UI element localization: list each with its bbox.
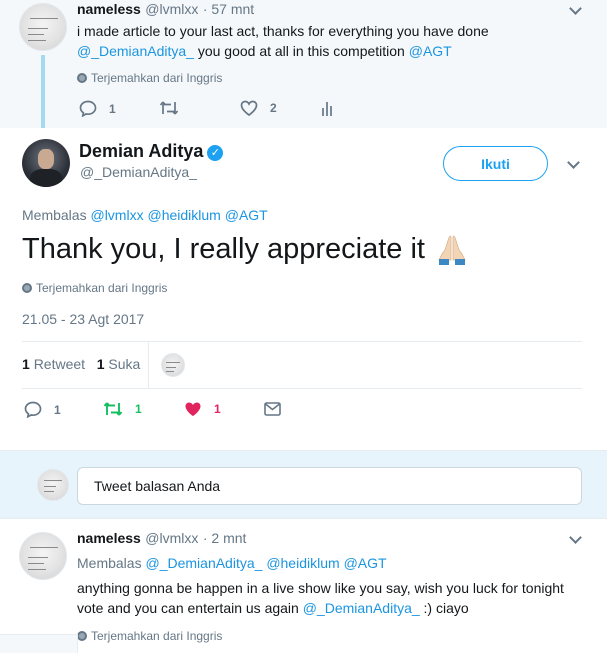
author-name[interactable]: Demian Aditya	[79, 141, 203, 161]
avatar[interactable]	[19, 532, 67, 580]
chevron-down-icon[interactable]	[569, 531, 582, 544]
tweet-stats: 1 Retweet 1 Suka	[22, 356, 140, 372]
liker-avatar[interactable]	[161, 353, 185, 377]
heart-icon	[185, 402, 201, 416]
reply-action[interactable]: 1	[24, 401, 61, 418]
praying-hands-emoji	[435, 232, 469, 266]
author-name[interactable]: nameless	[77, 1, 141, 17]
mention-link[interactable]: @_DemianAditya_	[303, 600, 420, 616]
like-stat[interactable]: 1 Suka	[97, 356, 141, 372]
avatar	[37, 469, 69, 501]
follow-button[interactable]: Ikuti	[443, 146, 548, 181]
like-action[interactable]: 1	[184, 401, 221, 417]
tweet-timestamp[interactable]: 21.05 - 23 Agt 2017	[22, 311, 144, 327]
chevron-down-icon[interactable]	[569, 2, 582, 15]
reply-action[interactable]: 1	[79, 100, 116, 117]
verified-badge-icon: ✓	[207, 144, 224, 161]
mention-link[interactable]: @heidiklum	[266, 555, 339, 571]
tweet-time[interactable]: · 57 mnt	[203, 1, 254, 17]
main-tweet[interactable]: Demian Aditya ✓ @_DemianAditya_ Ikuti Mem…	[0, 128, 607, 450]
mention-link[interactable]: @AGT	[344, 555, 387, 571]
author-handle[interactable]: @_DemianAditya_	[80, 164, 197, 180]
chevron-down-icon[interactable]	[567, 156, 580, 169]
analytics-action[interactable]	[321, 100, 333, 117]
mention-link[interactable]: @AGT	[409, 43, 452, 59]
author-handle[interactable]: @lvmlxx	[145, 530, 198, 546]
heart-icon	[240, 100, 258, 116]
retweet-icon	[103, 402, 123, 416]
globe-icon	[77, 631, 87, 641]
reply-icon	[79, 100, 97, 117]
globe-icon	[77, 73, 87, 83]
parent-tweet[interactable]: nameless @lvmlxx · 57 mnt i made article…	[0, 0, 607, 131]
mention-link[interactable]: @_DemianAditya_	[77, 43, 194, 59]
avatar[interactable]	[19, 3, 67, 51]
analytics-icon	[322, 102, 332, 116]
author-name[interactable]: nameless	[77, 530, 141, 546]
translate-link[interactable]: Terjemahkan dari Inggris	[22, 281, 167, 295]
stats-divider	[148, 342, 149, 388]
envelope-icon	[264, 402, 281, 416]
replying-to: Membalas @_DemianAditya_ @heidiklum @AGT	[77, 555, 387, 571]
reply-composer: Tweet balasan Anda	[0, 450, 607, 519]
reply-tweet[interactable]: nameless @lvmlxx · 2 mnt Membalas @_Demi…	[0, 519, 607, 653]
divider	[22, 388, 582, 389]
translate-link[interactable]: Terjemahkan dari Inggris	[77, 629, 222, 643]
mention-link[interactable]: @AGT	[225, 207, 268, 223]
mention-link[interactable]: @_DemianAditya_	[145, 555, 262, 571]
mention-link[interactable]: @lvmlxx	[90, 207, 143, 223]
reply-input[interactable]: Tweet balasan Anda	[77, 467, 582, 505]
tweet-text: Thank you, I really appreciate it	[22, 232, 469, 266]
reply-icon	[24, 401, 42, 418]
thread-connector	[41, 55, 45, 131]
globe-icon	[22, 283, 32, 293]
mention-link[interactable]: @heidiklum	[147, 207, 220, 223]
sidebar-edge	[0, 634, 78, 653]
divider	[22, 341, 582, 342]
translate-link[interactable]: Terjemahkan dari Inggris	[77, 71, 222, 85]
retweet-action[interactable]	[159, 100, 179, 116]
retweet-stat[interactable]: 1 Retweet	[22, 356, 85, 372]
retweet-icon	[159, 101, 179, 115]
avatar[interactable]	[22, 139, 70, 187]
tweet-text: anything gonna be happen in a live show …	[77, 580, 564, 616]
author-handle[interactable]: @lvmlxx	[145, 1, 198, 17]
direct-message-action[interactable]	[264, 402, 281, 416]
replying-to: Membalas @lvmlxx @heidiklum @AGT	[22, 207, 268, 223]
retweet-action[interactable]: 1	[103, 401, 142, 417]
tweet-text: i made article to your last act, thanks …	[77, 23, 489, 59]
like-action[interactable]: 2	[240, 100, 277, 116]
tweet-time[interactable]: · 2 mnt	[203, 530, 247, 546]
